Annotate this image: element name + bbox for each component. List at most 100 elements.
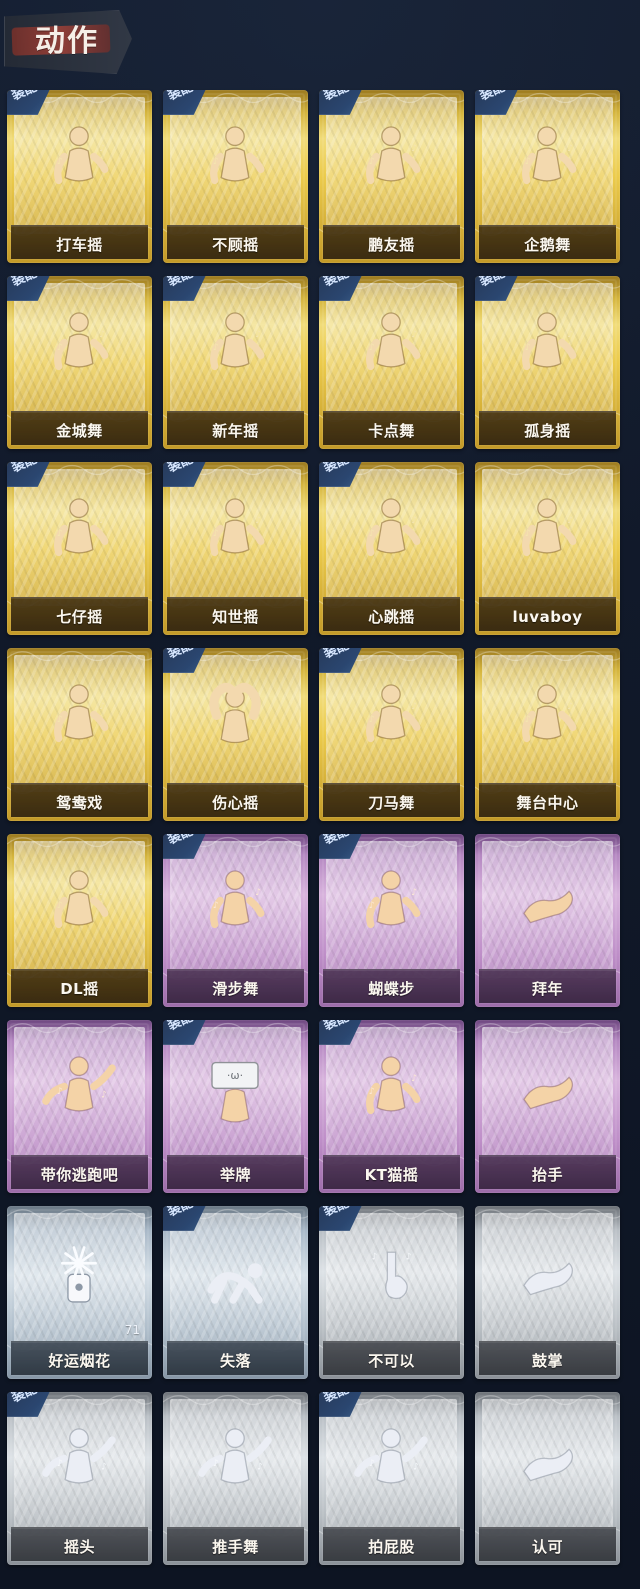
equipped-badge-label: 装配 — [9, 90, 40, 104]
card-label: 伤心摇 — [212, 794, 259, 812]
svg-text:♪: ♪ — [57, 714, 63, 725]
card-label: 拍屁股 — [368, 1538, 415, 1556]
card-label: 带你逃跑吧 — [40, 1166, 119, 1184]
action-card[interactable]: 拜年 — [475, 834, 620, 1007]
action-card[interactable]: ♪ ♪ 知世摇 装配 — [163, 462, 308, 635]
svg-text:♪: ♪ — [369, 342, 375, 353]
dance-pose-icon: ♪♪ — [54, 498, 109, 557]
equipped-badge: 装配 — [319, 276, 362, 301]
action-card[interactable]: ♪ ♪ 孤身摇 装配 — [475, 276, 620, 449]
equipped-badge-label: 装配 — [321, 648, 352, 662]
equipped-badge-label: 装配 — [321, 834, 352, 848]
action-card[interactable]: ♪ ♪ 金城舞 装配 — [7, 276, 152, 449]
svg-text:♪: ♪ — [99, 701, 105, 712]
equipped-badge-label: 装配 — [477, 276, 508, 290]
dance-pose-icon: ♪♪ — [522, 126, 577, 185]
action-card[interactable]: ♪ ♪ 带你逃跑吧 — [7, 1020, 152, 1193]
svg-text:♪: ♪ — [57, 1086, 63, 1097]
action-card[interactable]: ♪ ♪ 不可以 装配 — [319, 1206, 464, 1379]
card-label: KT猫摇 — [364, 1166, 419, 1184]
card-label: 打车摇 — [56, 236, 103, 254]
action-card[interactable]: ♪ ♪ luvaboy — [475, 462, 620, 635]
svg-text:♪: ♪ — [369, 1458, 375, 1469]
equipped-badge: 装配 — [319, 1206, 362, 1231]
equipped-badge-label: 装配 — [477, 90, 508, 104]
card-label: 抬手 — [531, 1166, 563, 1184]
svg-text:♪: ♪ — [567, 143, 573, 154]
card-top-ornament — [475, 1392, 620, 1408]
action-card[interactable]: ♪ ♪ 打车摇 装配 — [7, 90, 152, 263]
action-card[interactable]: 认可 — [475, 1392, 620, 1565]
action-card[interactable]: 好运烟花 71 — [7, 1206, 152, 1379]
equipped-badge-label: 装配 — [165, 1020, 196, 1034]
card-label: 七仔摇 — [56, 608, 103, 626]
dance-pose-icon: ♪♪ — [366, 1056, 421, 1115]
action-card[interactable]: ♪ ♪ 舞台中心 — [475, 648, 620, 821]
action-card[interactable]: ♪ ♪ DL摇 — [7, 834, 152, 1007]
card-label: 摇头 — [63, 1538, 95, 1556]
action-card[interactable]: ♪ ♪ 心跳摇 装配 — [319, 462, 464, 635]
sign-holder-icon: ·ω· — [211, 1061, 259, 1123]
action-card[interactable]: ♪ ♪ 鸳鸯戏 — [7, 648, 152, 821]
push-hands-icon: ♪ ♪ — [198, 1428, 272, 1484]
svg-text:♪: ♪ — [213, 900, 219, 911]
action-card[interactable]: ♪ ♪ 鹏友摇 装配 — [319, 90, 464, 263]
svg-text:♪: ♪ — [255, 887, 261, 898]
action-card[interactable]: ♪ ♪ 卡点舞 装配 — [319, 276, 464, 449]
action-card[interactable]: ♪ ♪ 拍屁股 装配 — [319, 1392, 464, 1565]
svg-text:♪: ♪ — [57, 342, 63, 353]
action-card[interactable]: 伤心摇 装配 — [163, 648, 308, 821]
dance-pose-icon: ♪♪ — [210, 498, 265, 557]
section-title: 动作 — [35, 24, 99, 59]
equipped-badge: 装配 — [319, 1020, 362, 1045]
card-top-ornament — [475, 1206, 620, 1222]
svg-text:♪: ♪ — [255, 515, 261, 526]
card-label: 推手舞 — [212, 1538, 259, 1556]
card-top-ornament — [7, 648, 152, 664]
action-card[interactable]: ♪ ♪ 新年摇 装配 — [163, 276, 308, 449]
card-top-ornament — [7, 1020, 152, 1036]
action-card[interactable]: 鼓掌 — [475, 1206, 620, 1379]
action-card[interactable]: ♪ ♪ 不顾摇 装配 — [163, 90, 308, 263]
equipped-badge: 装配 — [163, 1206, 206, 1231]
dance-pose-icon: ♪♪ — [522, 498, 577, 557]
item-count: 71 — [124, 1323, 140, 1337]
equipped-badge-label: 装配 — [165, 834, 196, 848]
equipped-badge: 装配 — [319, 1392, 362, 1417]
action-card[interactable]: 抬手 — [475, 1020, 620, 1193]
action-card[interactable]: ·ω· 举牌 装配 — [163, 1020, 308, 1193]
svg-text:♪: ♪ — [525, 528, 531, 539]
section-header: 动作 — [4, 10, 132, 74]
svg-text:♪: ♪ — [57, 900, 63, 911]
svg-text:♪: ♪ — [525, 342, 531, 353]
equipped-badge-label: 装配 — [321, 1206, 352, 1220]
svg-text:♪: ♪ — [411, 515, 417, 526]
action-card[interactable]: 失落 装配 — [163, 1206, 308, 1379]
svg-text:♪: ♪ — [411, 887, 417, 898]
action-card[interactable]: ♪ ♪ 推手舞 — [163, 1392, 308, 1565]
action-card[interactable]: ♪ ♪ 摇头 装配 — [7, 1392, 152, 1565]
equipped-badge: 装配 — [7, 90, 50, 115]
card-top-ornament — [7, 1206, 152, 1222]
action-card[interactable]: ♪ ♪ 七仔摇 装配 — [7, 462, 152, 635]
equipped-badge: 装配 — [163, 1020, 206, 1045]
svg-text:♪: ♪ — [372, 1252, 378, 1263]
equipped-badge-label: 装配 — [321, 462, 352, 476]
action-card[interactable]: ♪ ♪ 刀马舞 装配 — [319, 648, 464, 821]
card-label: 新年摇 — [212, 422, 259, 440]
action-card[interactable]: ♪ ♪ 企鹅舞 装配 — [475, 90, 620, 263]
svg-text:♪: ♪ — [411, 329, 417, 340]
dance-pose-icon: ♪♪ — [210, 870, 265, 929]
dance-pose-icon: ♪♪ — [366, 498, 421, 557]
card-label: DL摇 — [60, 980, 99, 998]
svg-text:♪: ♪ — [567, 701, 573, 712]
equipped-badge-label: 装配 — [165, 276, 196, 290]
action-card[interactable]: ♪ ♪ 蝴蝶步 装配 — [319, 834, 464, 1007]
equipped-badge: 装配 — [163, 834, 206, 859]
action-card[interactable]: ♪ ♪ KT猫摇 装配 — [319, 1020, 464, 1193]
svg-text:♪: ♪ — [99, 143, 105, 154]
action-card[interactable]: ♪ ♪ 滑步舞 装配 — [163, 834, 308, 1007]
svg-text:♪: ♪ — [99, 515, 105, 526]
equipped-badge: 装配 — [163, 648, 206, 673]
svg-text:♪: ♪ — [406, 1252, 412, 1263]
